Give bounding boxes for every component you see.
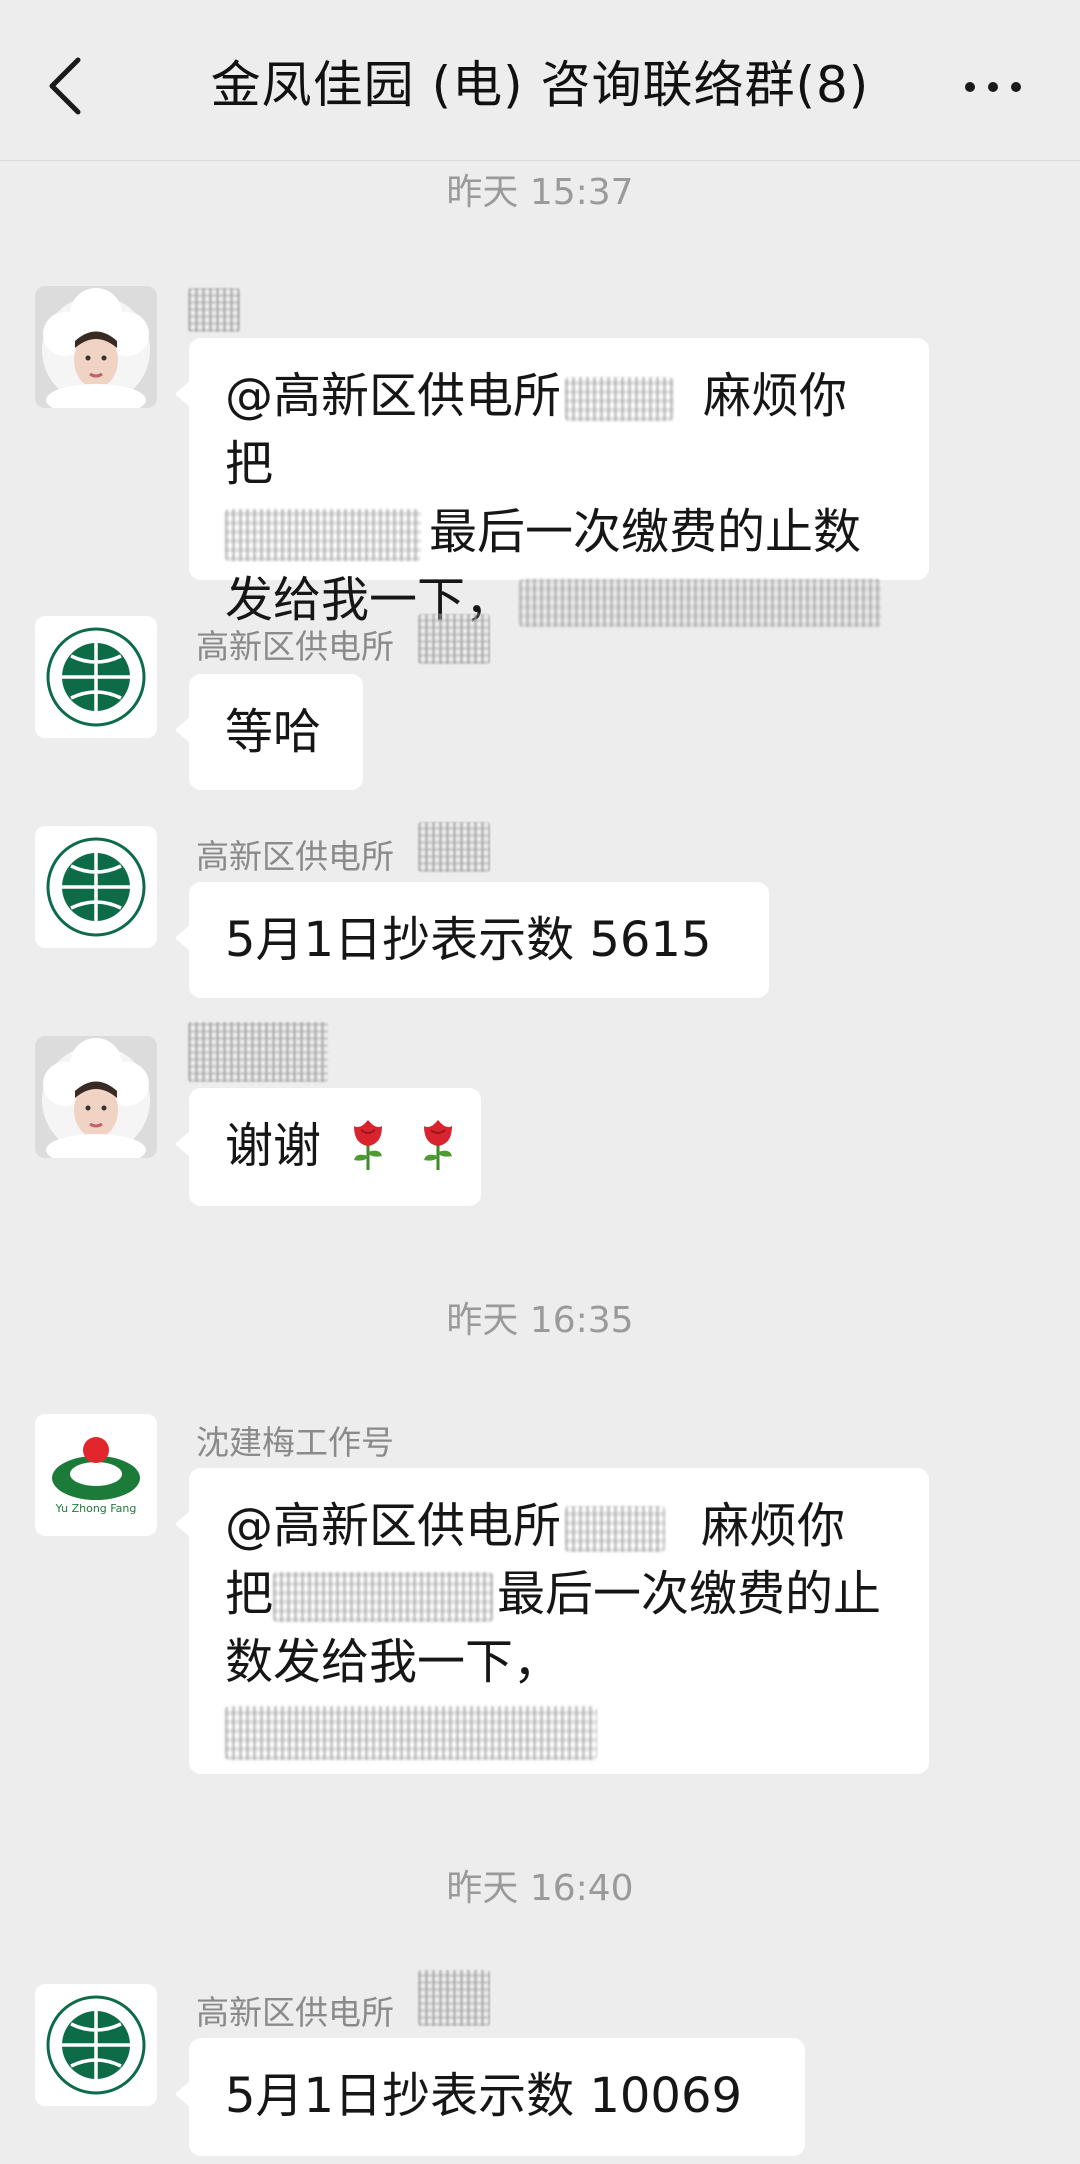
sender-name: 沈建梅工作号	[196, 1423, 394, 1462]
redacted-text	[225, 1706, 597, 1760]
more-button[interactable]	[960, 62, 1030, 112]
state-grid-logo-avatar	[35, 1984, 157, 2106]
message-text: 等哈	[225, 704, 322, 760]
message-bubble[interactable]: 5月1日抄表示数 10069	[175, 2038, 805, 2156]
state-grid-logo-avatar	[35, 826, 157, 948]
more-dots-icon	[965, 82, 1021, 92]
state-grid-logo-avatar	[35, 616, 157, 738]
redacted-sender-name	[418, 614, 490, 664]
state-grid-avatar[interactable]	[35, 826, 157, 948]
redacted-text	[273, 1572, 494, 1622]
message-text: @高新区供电所	[225, 368, 562, 424]
redacted-sender-name	[188, 288, 240, 332]
message-text: 5月1日抄表示数 10069	[225, 2068, 743, 2124]
message-bubble[interactable]: 等哈	[175, 674, 363, 790]
message-bubble[interactable]: 谢谢	[175, 1088, 481, 1206]
woman-photo-avatar	[35, 1036, 157, 1158]
redacted-sender-name	[188, 1022, 328, 1082]
message-text: 把	[225, 1566, 274, 1622]
state-grid-avatar[interactable]	[35, 616, 157, 738]
sender-name: 高新区供电所	[196, 837, 394, 876]
rose-icon	[354, 1120, 383, 1170]
yu-zhong-fang-avatar[interactable]: Yu Zhong Fang	[35, 1414, 157, 1536]
message-text: 5月1日抄表示数 5615	[225, 912, 712, 968]
chat-title: 金凤佳园 (电) 咨询联络群(8)	[210, 56, 870, 114]
redacted-text	[565, 377, 674, 421]
message-text: 谢谢	[225, 1118, 322, 1174]
user-avatar[interactable]	[35, 286, 157, 408]
yu-zhong-fang-logo-avatar: Yu Zhong Fang	[35, 1414, 157, 1536]
redacted-sender-name	[418, 1970, 490, 2026]
logo-text: Yu Zhong Fang	[55, 1502, 137, 1515]
sender-name: 高新区供电所	[196, 627, 394, 666]
redacted-text	[225, 509, 421, 561]
message-bubble[interactable]: 5月1日抄表示数 5615	[175, 882, 769, 998]
message-bubble[interactable]: @高新区供电所 麻烦你 把 最后一次缴费的止 数发给我一下，	[175, 1468, 929, 1774]
sender-name: 高新区供电所	[196, 1993, 394, 2032]
redacted-sender-name	[418, 822, 490, 872]
message-text: 数发给我一下，	[225, 1634, 562, 1690]
redacted-text	[519, 579, 882, 627]
timestamp: 昨天 15:37	[446, 172, 634, 213]
message-text: 最后一次缴费的止	[497, 1566, 882, 1622]
chat-header: 金凤佳园 (电) 咨询联络群(8)	[0, 0, 1080, 161]
user-avatar[interactable]	[35, 1036, 157, 1158]
timestamp: 昨天 16:40	[446, 1868, 634, 1909]
state-grid-avatar[interactable]	[35, 1984, 157, 2106]
woman-photo-avatar	[35, 286, 157, 408]
message-text: @高新区供电所	[225, 1498, 562, 1554]
rose-icon	[423, 1120, 452, 1170]
message-bubble[interactable]: @高新区供电所 麻烦你把 最后一次缴费的止数发给我一下，	[175, 338, 929, 628]
message-text: 麻烦你	[701, 1498, 846, 1554]
redacted-text	[565, 1506, 666, 1552]
timestamp: 昨天 16:35	[446, 1300, 634, 1341]
